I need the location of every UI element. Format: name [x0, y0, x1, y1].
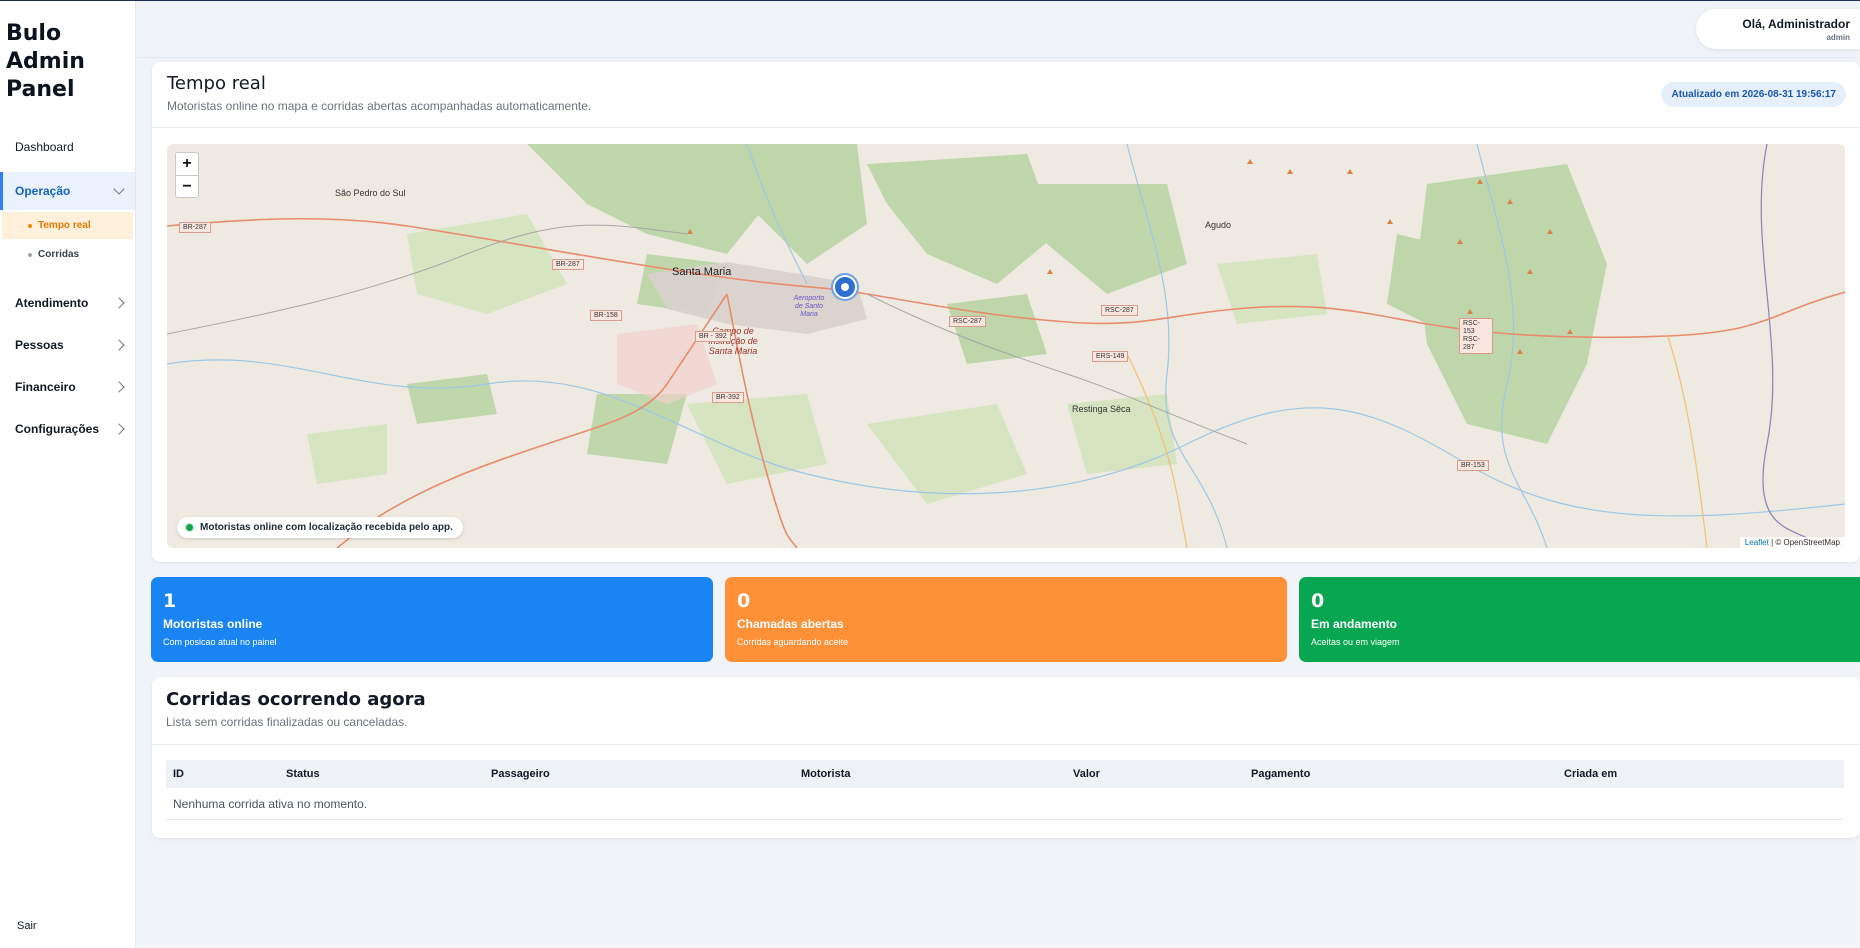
map-label-restinga: Restinga Sêca — [1072, 404, 1131, 414]
stat-card-online-drivers: 1 Motoristas online Com posicao atual no… — [151, 577, 713, 662]
stat-label: Motoristas online — [163, 617, 263, 631]
chevron-right-icon — [113, 297, 125, 309]
road-shield: RSC-287 — [1101, 305, 1138, 316]
sidebar-item-configuracoes[interactable]: Configurações — [0, 410, 135, 448]
rides-subtitle: Lista sem corridas finalizadas ou cancel… — [166, 715, 408, 729]
page-title: Tempo real — [167, 73, 266, 94]
map-label-santa-maria: Santa Maria — [672, 266, 732, 278]
stat-card-open-calls: 0 Chamadas abertas Corridas aguardando a… — [725, 577, 1287, 662]
map-tiles — [167, 144, 1845, 548]
column-header-status[interactable]: Status — [286, 768, 320, 780]
map-legend-text: Motoristas online com localização recebi… — [200, 522, 453, 533]
drivers-map[interactable]: São Pedro do Sul Santa Maria Agudo Resti… — [167, 144, 1845, 548]
stat-label: Em andamento — [1311, 617, 1398, 631]
map-zoom-control: + − — [175, 152, 199, 198]
top-border — [0, 0, 1860, 1]
sidebar-item-atendimento[interactable]: Atendimento — [0, 284, 135, 322]
map-label-agudo: Agudo — [1205, 220, 1232, 230]
sidebar-item-label: Financeiro — [15, 380, 76, 394]
map-label-airport: Aeroporto de Santo Maria — [793, 295, 825, 318]
sidebar-item-label: Operação — [15, 184, 71, 198]
rides-card-header: Corridas ocorrendo agora Lista sem corri… — [152, 677, 1860, 745]
driver-marker[interactable] — [833, 275, 857, 299]
sidebar-nav: Dashboard Operação Tempo real Corridas A… — [0, 128, 135, 448]
zoom-out-button[interactable]: − — [176, 175, 198, 197]
top-header: Olá, Administrador admin — [137, 1, 1860, 58]
sidebar-subitem-tempo-real[interactable]: Tempo real — [2, 212, 133, 239]
updated-badge: Atualizado em 2026-08-31 19:56:17 — [1661, 82, 1846, 107]
map-attribution: Leaflet | © OpenStreetMap — [1739, 537, 1845, 548]
road-shield: BR-392 — [712, 392, 744, 403]
stat-description: Com posicao atual no painel — [163, 637, 277, 647]
column-header-payment[interactable]: Pagamento — [1251, 768, 1310, 780]
user-menu[interactable]: Olá, Administrador admin — [1696, 9, 1860, 49]
bullet-icon — [28, 223, 32, 228]
rides-title: Corridas ocorrendo agora — [166, 689, 426, 710]
stat-description: Corridas aguardando aceite — [737, 637, 849, 647]
column-header-value[interactable]: Valor — [1073, 768, 1100, 780]
user-greeting: Olá, Administrador — [1742, 17, 1850, 31]
sidebar-item-label: Atendimento — [15, 296, 89, 310]
stat-label: Chamadas abertas — [737, 617, 844, 631]
chevron-right-icon — [113, 381, 125, 393]
sidebar: Bulo Admin Panel Dashboard Operação Temp… — [0, 0, 136, 948]
road-shield: RSC-287 — [949, 316, 986, 327]
column-header-id[interactable]: ID — [173, 768, 184, 780]
chevron-right-icon — [113, 339, 125, 351]
chevron-right-icon — [113, 423, 125, 435]
road-shield: BR-287 — [552, 259, 584, 270]
zoom-in-button[interactable]: + — [176, 153, 198, 175]
road-shield: BR-158 — [590, 310, 622, 321]
sidebar-subitem-corridas[interactable]: Corridas — [0, 241, 135, 268]
logout-link[interactable]: Sair — [17, 920, 37, 932]
osm-attribution: | © OpenStreetMap — [1771, 538, 1840, 547]
realtime-card: Tempo real Motoristas online no mapa e c… — [152, 62, 1860, 562]
sidebar-item-label: Dashboard — [15, 140, 74, 154]
table-header: ID Status Passageiro Motorista Valor Pag… — [166, 760, 1844, 788]
sidebar-item-label: Pessoas — [15, 338, 64, 352]
stat-value: 0 — [737, 590, 751, 612]
bullet-icon — [28, 252, 32, 257]
sidebar-item-dashboard[interactable]: Dashboard — [0, 128, 135, 166]
sidebar-subitem-label: Corridas — [38, 249, 80, 260]
stat-card-in-progress: 0 Em andamento Aceitas ou em viagem — [1299, 577, 1860, 662]
road-shield: BR-153 — [1457, 460, 1489, 471]
sidebar-item-pessoas[interactable]: Pessoas — [0, 326, 135, 364]
online-dot-icon — [185, 523, 194, 532]
sidebar-item-financeiro[interactable]: Financeiro — [0, 368, 135, 406]
sidebar-item-operacao[interactable]: Operação — [0, 172, 135, 210]
road-shield: BR-287 — [179, 222, 211, 233]
road-shield: ERS-149 — [1092, 351, 1129, 362]
column-header-passenger[interactable]: Passageiro — [491, 768, 550, 780]
realtime-card-header: Tempo real Motoristas online no mapa e c… — [152, 62, 1860, 128]
leaflet-link[interactable]: Leaflet — [1745, 538, 1769, 547]
sidebar-item-label: Configurações — [15, 422, 100, 436]
rides-card: Corridas ocorrendo agora Lista sem corri… — [152, 677, 1860, 838]
table-empty-row: Nenhuma corrida ativa no momento. — [166, 788, 1844, 820]
chevron-down-icon — [113, 183, 125, 195]
page-subtitle: Motoristas online no mapa e corridas abe… — [167, 99, 592, 113]
sidebar-subitem-label: Tempo real — [38, 220, 91, 231]
road-shield: BR - 392 — [695, 331, 731, 342]
stat-description: Aceitas ou em viagem — [1311, 637, 1400, 647]
app-brand: Bulo Admin Panel — [6, 21, 85, 102]
column-header-driver[interactable]: Motorista — [801, 768, 851, 780]
column-header-created-at[interactable]: Criada em — [1564, 768, 1617, 780]
stat-value: 1 — [163, 590, 177, 612]
map-label-sao-pedro: São Pedro do Sul — [335, 188, 406, 198]
user-role: admin — [1826, 33, 1850, 42]
rides-table: ID Status Passageiro Motorista Valor Pag… — [166, 760, 1844, 820]
stat-value: 0 — [1311, 590, 1325, 612]
road-shield: RSC-153 RSC-287 — [1459, 318, 1493, 354]
map-legend: Motoristas online com localização recebi… — [177, 517, 463, 538]
